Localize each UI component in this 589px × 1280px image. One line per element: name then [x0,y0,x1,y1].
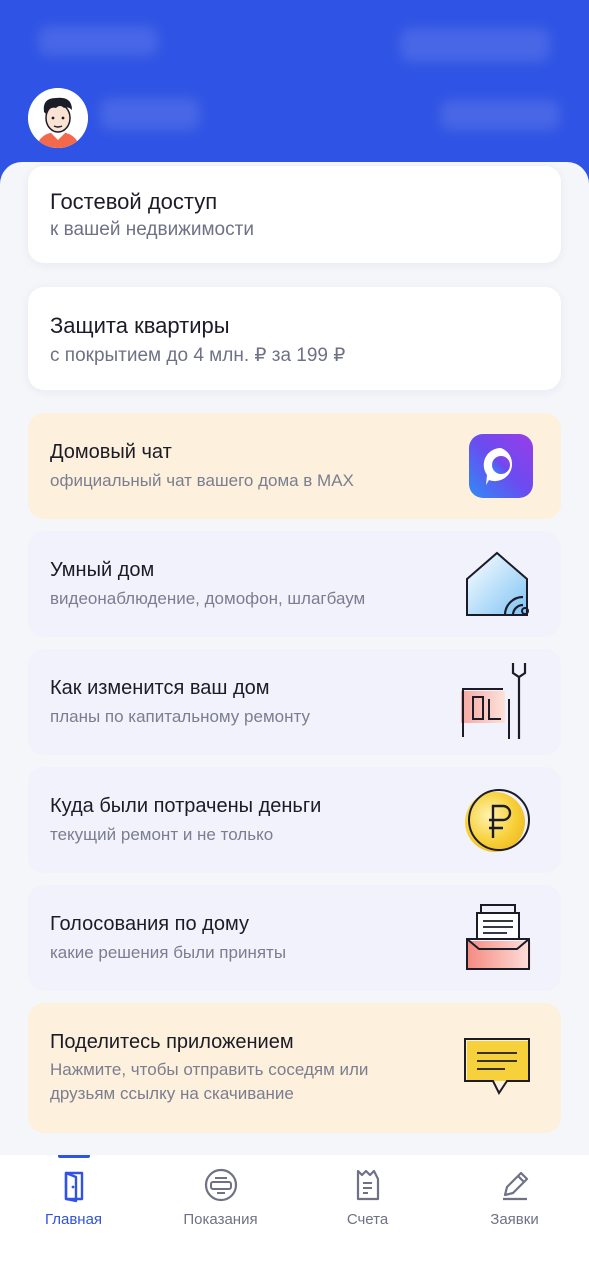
smart-home-icon [463,549,533,619]
header-blurred-name [100,98,200,130]
card-share-app[interactable]: Поделитесь приложением Нажмите, чтобы от… [28,1003,561,1133]
pencil-icon [503,1171,529,1201]
card-smart-home[interactable]: Умный дом видеонаблюдение, домофон, шлаг… [28,531,561,637]
card-house-changes[interactable]: Как изменится ваш дом планы по капитальн… [28,649,561,755]
message-icon [463,1037,533,1099]
renovation-icon [461,659,533,743]
tab-label: Главная [44,1211,103,1228]
card-subtitle: к вашей недвижимости [50,219,254,240]
card-title: Голосования по дому [50,913,249,935]
ballot-box-icon [463,903,533,973]
card-subtitle-line-1: Нажмите, чтобы отправить соседям или [50,1060,369,1079]
tab-readings[interactable]: Показания [147,1155,294,1280]
card-title: Как изменится ваш дом [50,677,270,699]
card-guest-access[interactable]: Гостевой доступ к вашей недвижимости [28,166,561,263]
receipt-icon [356,1169,380,1201]
user-avatar-icon [28,88,88,148]
card-house-chat[interactable]: Домовый чат официальный чат вашего дома … [28,413,561,519]
card-subtitle: с покрытием до 4 млн. ₽ за 199 ₽ [50,345,346,366]
card-title: Защита квартиры [50,313,230,338]
card-house-voting[interactable]: Голосования по дому какие решения были п… [28,885,561,991]
card-subtitle-line-2: друзьям ссылку на скачивание [50,1084,294,1103]
header-blurred-action [400,28,550,62]
bottom-tab-bar: Главная Показания Счета Заявки [0,1155,589,1280]
card-subtitle: официальный чат вашего дома в MAX [50,471,354,490]
card-subtitle: текущий ремонт и не только [50,825,274,844]
avatar[interactable] [28,88,88,148]
card-subtitle: видеонаблюдение, домофон, шлагбаум [50,589,366,608]
card-title: Поделитесь приложением [50,1031,294,1053]
card-title: Домовый чат [50,441,172,463]
header-blurred-title [38,26,158,56]
tab-home[interactable]: Главная [0,1155,147,1280]
card-subtitle: планы по капитальному ремонту [50,707,310,726]
card-money-spent[interactable]: Куда были потрачены деньги текущий ремон… [28,767,561,873]
door-icon [64,1171,84,1203]
ruble-coin-icon [463,786,533,856]
meter-icon [204,1168,238,1202]
active-tab-indicator [58,1155,90,1158]
tab-bills[interactable]: Счета [294,1155,441,1280]
card-apartment-protection[interactable]: Защита квартиры с покрытием до 4 млн. ₽ … [28,287,561,390]
header-blurred-info [440,100,560,130]
tab-label: Заявки [490,1211,539,1228]
tab-label: Счета [346,1211,389,1228]
card-title: Гостевой доступ [50,189,218,214]
tab-requests[interactable]: Заявки [441,1155,588,1280]
card-subtitle: какие решения были приняты [50,943,287,962]
card-title: Умный дом [50,559,155,581]
tab-label: Показания [183,1211,258,1228]
max-messenger-icon [469,434,533,498]
card-title: Куда были потрачены деньги [50,795,322,817]
